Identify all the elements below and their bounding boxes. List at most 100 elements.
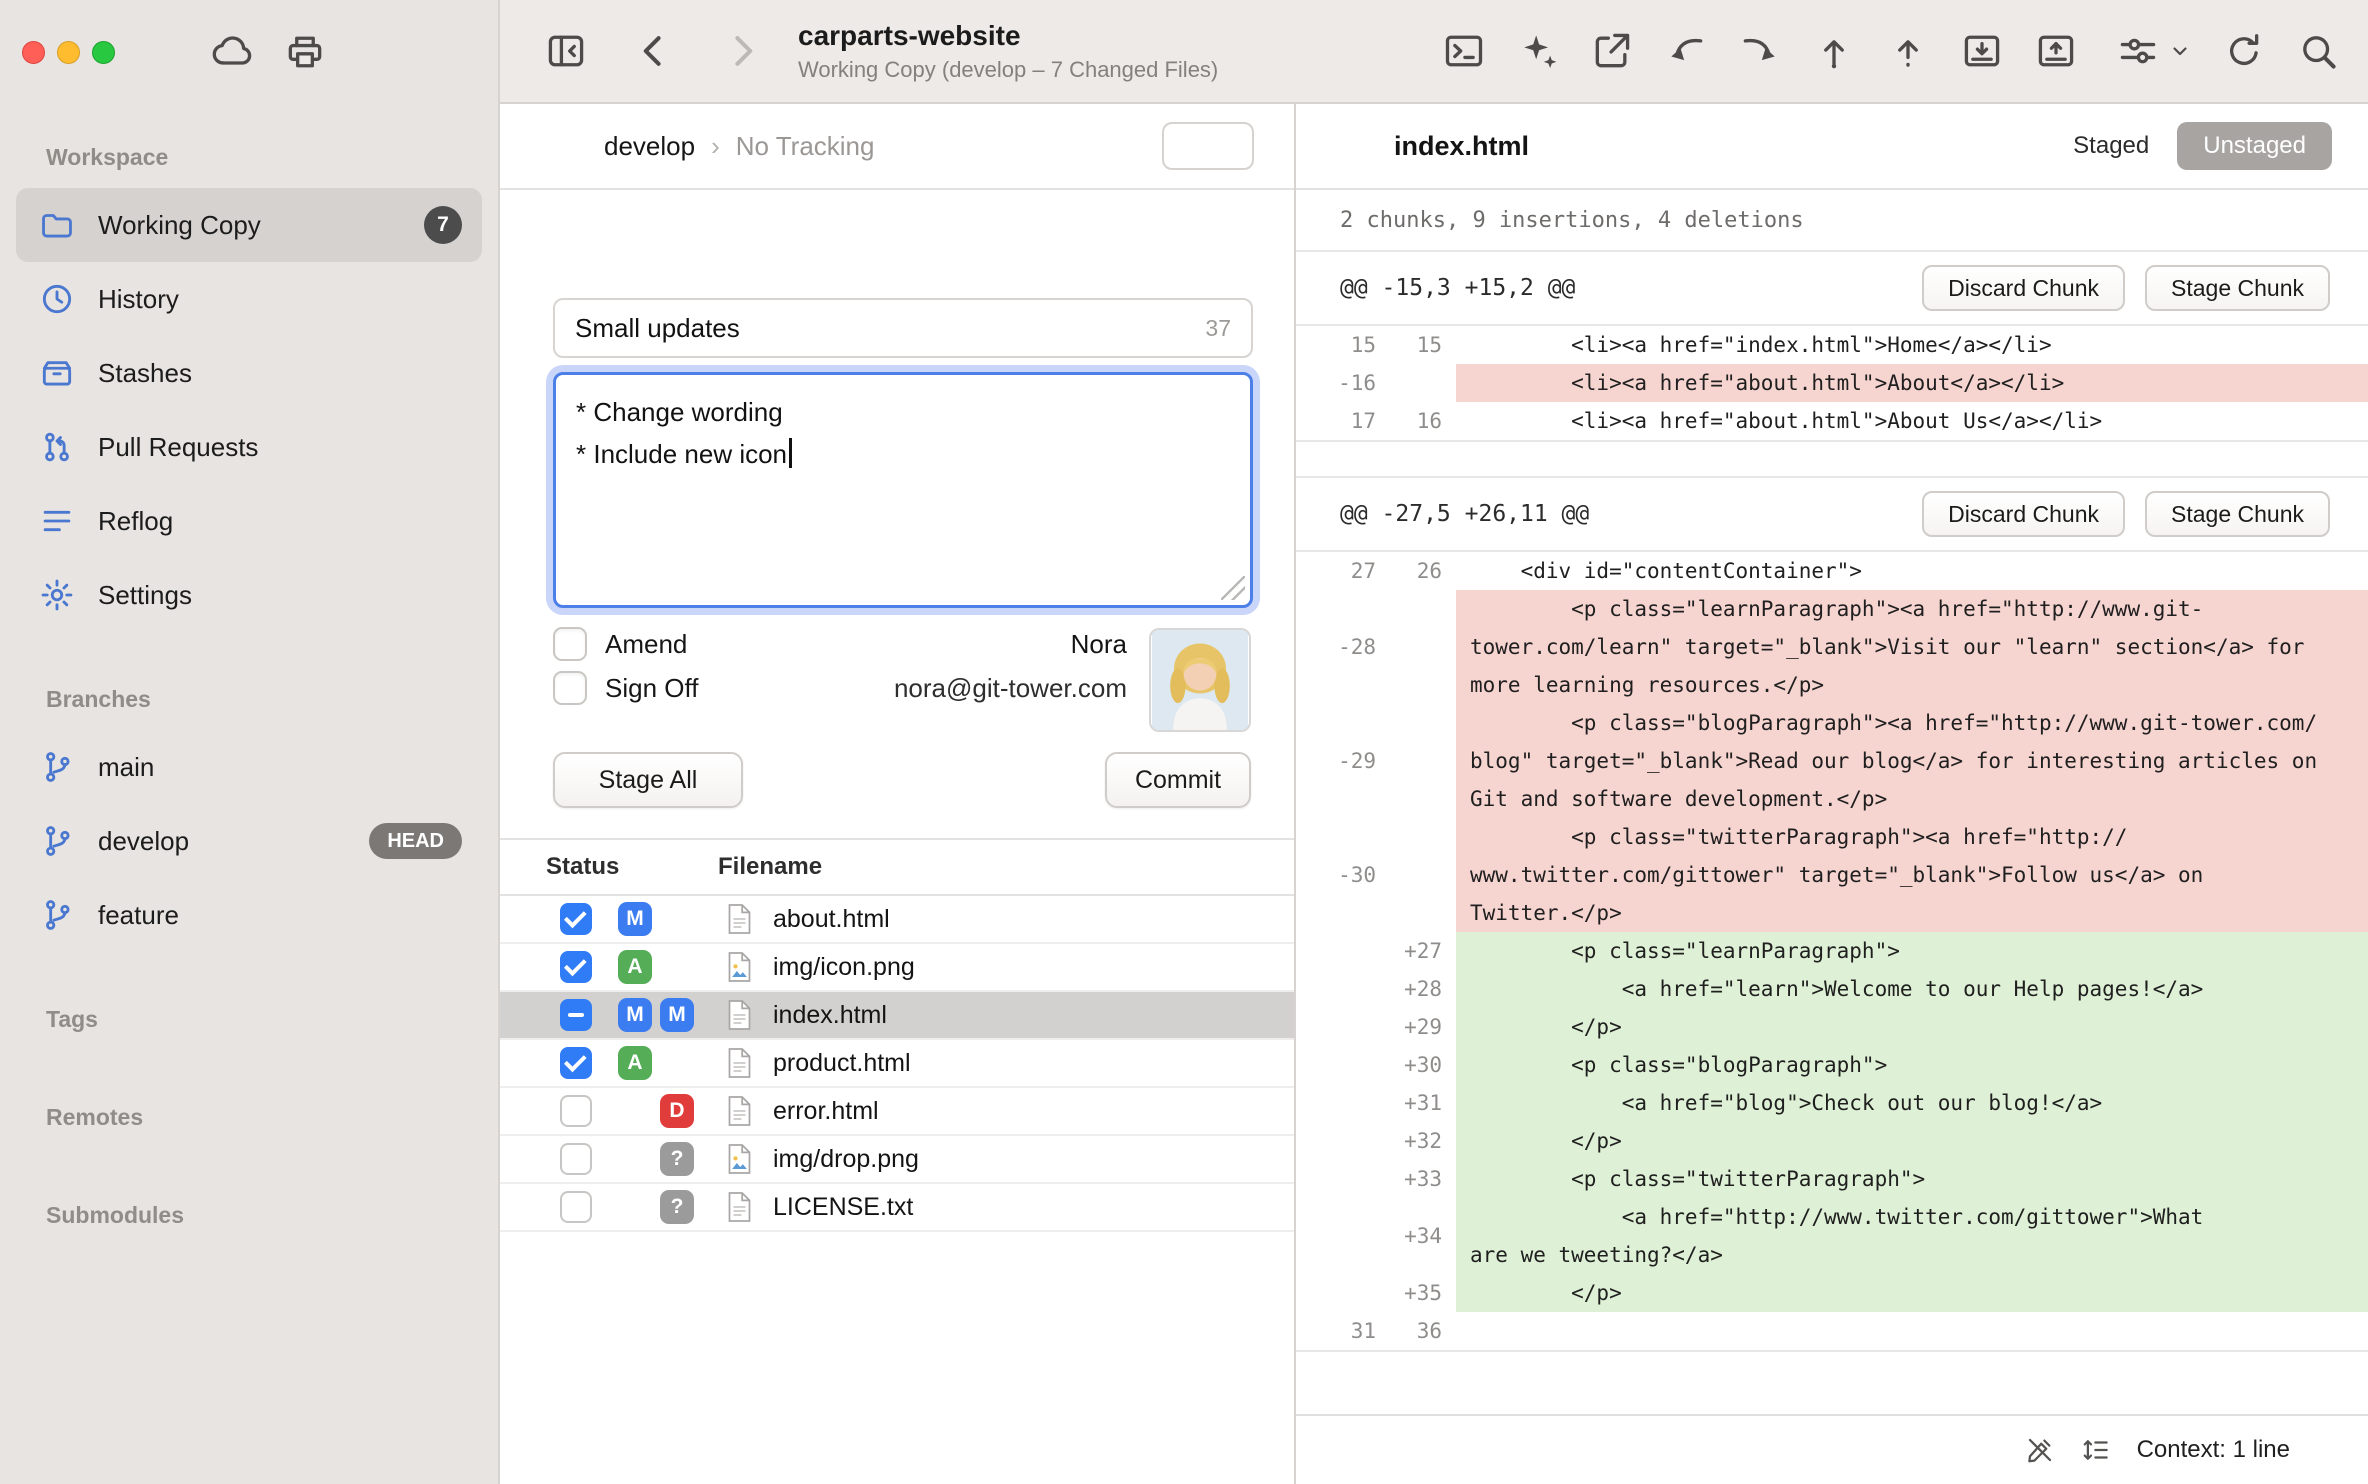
- diff-line[interactable]: +34 <a href="http://www.twitter.com/gitt…: [1296, 1198, 2368, 1274]
- file-stage-checkbox[interactable]: [560, 1143, 592, 1175]
- chunk-range-label: @@ -15,3 +15,2 @@: [1340, 275, 1575, 301]
- filename-column-header[interactable]: Filename: [718, 840, 822, 894]
- sidebar-item-label: main: [98, 752, 154, 783]
- diff-line[interactable]: -30 <p class="twitterParagraph"><a href=…: [1296, 818, 2368, 932]
- diff-line[interactable]: +29 </p>: [1296, 1008, 2368, 1046]
- diff-line[interactable]: -29 <p class="blogParagraph"><a href="ht…: [1296, 704, 2368, 818]
- traffic-lights: [22, 41, 115, 64]
- chevron-left-icon[interactable]: [632, 29, 676, 73]
- chevron-right-icon[interactable]: [720, 29, 764, 73]
- sidebar-item-history[interactable]: History: [16, 262, 482, 336]
- repositories-icon[interactable]: [544, 29, 588, 73]
- author-avatar[interactable]: [1149, 628, 1251, 732]
- file-stage-checkbox[interactable]: [560, 999, 592, 1031]
- view-options-icon[interactable]: [2116, 29, 2160, 73]
- stage-chunk-button[interactable]: Stage Chunk: [2145, 265, 2330, 311]
- pop-stash-icon[interactable]: [2034, 29, 2078, 73]
- diff-line[interactable]: +33 <p class="twitterParagraph">: [1296, 1160, 2368, 1198]
- sidebar-item-stashes[interactable]: Stashes: [16, 336, 482, 410]
- stage-chunk-button[interactable]: Stage Chunk: [2145, 491, 2330, 537]
- file-row[interactable]: Mabout.html: [500, 896, 1294, 944]
- commit-message-line: * Change wording: [576, 391, 1230, 433]
- status-badge: M: [618, 902, 652, 936]
- unstaged-segment-button[interactable]: Unstaged: [2177, 122, 2332, 170]
- branch-icon: [38, 748, 76, 786]
- sidebar-item-pull-requests[interactable]: Pull Requests: [16, 410, 482, 484]
- quick-actions-icon[interactable]: [1516, 29, 1560, 73]
- file-row[interactable]: Aimg/icon.png: [500, 944, 1294, 992]
- file-stage-checkbox[interactable]: [560, 1047, 592, 1079]
- cherry-pick-icon[interactable]: [1812, 29, 1856, 73]
- refresh-icon[interactable]: [2222, 29, 2266, 73]
- force-push-icon[interactable]: [1886, 29, 1930, 73]
- commit-subject-input[interactable]: Small updates 37: [553, 298, 1253, 358]
- sidebar-item-label: develop: [98, 826, 189, 857]
- diff-line[interactable]: 3136: [1296, 1312, 2368, 1350]
- staged-segment-button[interactable]: Staged: [2051, 122, 2171, 170]
- diff-line[interactable]: 1515 <li><a href="index.html">Home</a></…: [1296, 326, 2368, 364]
- diff-line[interactable]: +28 <a href="learn">Welcome to our Help …: [1296, 970, 2368, 1008]
- context-stepper[interactable]: [2316, 1433, 2338, 1467]
- file-row[interactable]: ?LICENSE.txt: [500, 1184, 1294, 1232]
- unstaged-status-slot: ?: [660, 1190, 694, 1224]
- diff-line[interactable]: +31 <a href="blog">Check out our blog!</…: [1296, 1084, 2368, 1122]
- view-mode-button[interactable]: [1162, 122, 1254, 170]
- sidebar-item-main[interactable]: main: [16, 730, 482, 804]
- stage-all-button[interactable]: Stage All: [553, 752, 743, 808]
- add-menu-chevron-down-icon[interactable]: [72, 1444, 94, 1466]
- tower-window: carparts-website Working Copy (develop –…: [0, 0, 2368, 1484]
- diff-line[interactable]: -16 <li><a href="about.html">About</a></…: [1296, 364, 2368, 402]
- sign-off-checkbox[interactable]: [553, 671, 587, 705]
- commit-message-textarea[interactable]: * Change wording* Include new icon: [553, 372, 1253, 608]
- push-icon[interactable]: [1738, 29, 1782, 73]
- diff-line[interactable]: +27 <p class="learnParagraph">: [1296, 932, 2368, 970]
- file-row[interactable]: Derror.html: [500, 1088, 1294, 1136]
- status-badge: M: [618, 998, 652, 1032]
- search-icon[interactable]: [2296, 29, 2340, 73]
- discard-chunk-button[interactable]: Discard Chunk: [1922, 265, 2125, 311]
- sidebar-item-develop[interactable]: developHEAD: [16, 804, 482, 878]
- pencil-slash-icon[interactable]: [2025, 1435, 2055, 1465]
- diff-code: <p class="blogParagraph"><a href="http:/…: [1456, 704, 2368, 818]
- sidebar-footer: [26, 1438, 94, 1472]
- minimize-button[interactable]: [57, 41, 80, 64]
- file-stage-checkbox[interactable]: [560, 1191, 592, 1223]
- cloud-icon[interactable]: [211, 30, 255, 74]
- close-button[interactable]: [22, 41, 45, 64]
- file-stage-checkbox[interactable]: [560, 951, 592, 983]
- devices-icon[interactable]: [283, 30, 327, 74]
- diff-line[interactable]: +35 </p>: [1296, 1274, 2368, 1312]
- current-branch[interactable]: develop: [604, 131, 695, 162]
- sidebar-item-feature[interactable]: feature: [16, 878, 482, 952]
- diff-filename: index.html: [1394, 131, 1529, 162]
- amend-checkbox[interactable]: [553, 627, 587, 661]
- status-column-header[interactable]: Status: [546, 840, 646, 894]
- pull-icon[interactable]: [1664, 29, 1708, 73]
- file-stage-checkbox[interactable]: [560, 903, 592, 935]
- file-stage-checkbox[interactable]: [560, 1095, 592, 1127]
- open-external-icon[interactable]: [1590, 29, 1634, 73]
- add-repository-button plus-circle-icon[interactable]: [26, 1438, 60, 1472]
- file-row[interactable]: Aproduct.html: [500, 1040, 1294, 1088]
- sidebar-item-reflog[interactable]: Reflog: [16, 484, 482, 558]
- diff-line[interactable]: +32 </p>: [1296, 1122, 2368, 1160]
- line-spacing-icon[interactable]: [2081, 1435, 2111, 1465]
- diff-line[interactable]: -28 <p class="learnParagraph"><a href="h…: [1296, 590, 2368, 704]
- unstaged-status-slot: ?: [660, 1142, 694, 1176]
- new-line-number: +35: [1390, 1274, 1456, 1312]
- sidebar-item-working-copy[interactable]: Working Copy7: [16, 188, 482, 262]
- file-row[interactable]: ?img/drop.png: [500, 1136, 1294, 1184]
- chevron-down-icon[interactable]: [2168, 39, 2192, 63]
- zoom-button[interactable]: [92, 41, 115, 64]
- diff-line[interactable]: 2726 <div id="contentContainer">: [1296, 552, 2368, 590]
- unstaged-status-slot: D: [660, 1094, 694, 1128]
- sidebar-item-settings[interactable]: Settings: [16, 558, 482, 632]
- commit-button[interactable]: Commit: [1105, 752, 1251, 808]
- stash-icon[interactable]: [1960, 29, 2004, 73]
- diff-line[interactable]: +30 <p class="blogParagraph">: [1296, 1046, 2368, 1084]
- diff-line[interactable]: 1716 <li><a href="about.html">About Us</…: [1296, 402, 2368, 440]
- discard-chunk-button[interactable]: Discard Chunk: [1922, 491, 2125, 537]
- new-line-number: 36: [1390, 1312, 1456, 1350]
- file-row[interactable]: MMindex.html: [500, 992, 1294, 1040]
- terminal-icon[interactable]: [1442, 29, 1486, 73]
